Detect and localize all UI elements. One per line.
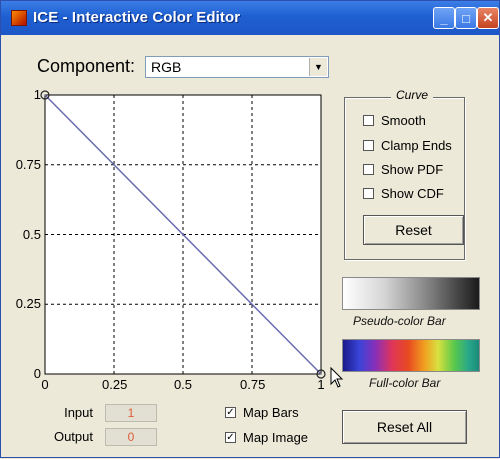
smooth-label: Smooth	[381, 113, 426, 128]
map-image-label: Map Image	[243, 430, 309, 445]
show-cdf-checkbox-box[interactable]	[363, 188, 374, 199]
output-value-field: 0	[105, 428, 157, 446]
y-tick-label: 0.25	[15, 296, 41, 312]
pseudo-color-bar[interactable]	[342, 277, 480, 310]
curve-group-title: Curve	[391, 88, 434, 102]
input-value-field: 1	[105, 404, 157, 422]
show-cdf-label: Show CDF	[381, 186, 444, 201]
clamp-ends-checkbox[interactable]: Clamp Ends	[363, 138, 452, 153]
y-tick-label: 0.75	[15, 156, 41, 172]
show-pdf-checkbox[interactable]: Show PDF	[363, 162, 443, 177]
input-label: Input	[64, 405, 93, 420]
show-cdf-checkbox[interactable]: Show CDF	[363, 186, 444, 201]
x-tick-label: 1	[317, 377, 325, 392]
clamp-ends-checkbox-box[interactable]	[363, 140, 374, 151]
clamp-ends-label: Clamp Ends	[381, 138, 452, 153]
x-tick-label: 0.25	[102, 377, 128, 392]
show-pdf-label: Show PDF	[381, 162, 444, 177]
map-bars-checkbox[interactable]: ✓ Map Bars	[225, 405, 299, 420]
map-bars-label: Map Bars	[243, 405, 299, 420]
map-bars-checkbox-box[interactable]: ✓	[225, 407, 236, 418]
y-tick-label: 0	[33, 366, 41, 381]
y-tick-label: 0.5	[22, 226, 41, 242]
reset-button[interactable]: Reset	[363, 215, 464, 245]
reset-all-button[interactable]: Reset All	[342, 410, 467, 444]
map-image-checkbox[interactable]: ✓ Map Image	[225, 430, 308, 445]
output-label: Output	[53, 429, 93, 444]
ice-window: ICE - Interactive Color Editor _ □ ✕ Com…	[0, 0, 500, 458]
x-tick-label: 0.5	[173, 377, 193, 392]
smooth-checkbox[interactable]: Smooth	[363, 113, 426, 128]
full-color-bar[interactable]	[342, 339, 480, 372]
x-tick-label: 0.75	[240, 377, 266, 392]
pseudo-color-bar-caption: Pseudo-color Bar	[353, 314, 446, 328]
map-image-checkbox-box[interactable]: ✓	[225, 432, 236, 443]
y-tick-label: 1	[33, 87, 41, 102]
show-pdf-checkbox-box[interactable]	[363, 164, 374, 175]
smooth-checkbox-box[interactable]	[363, 115, 374, 126]
full-color-bar-caption: Full-color Bar	[369, 376, 441, 390]
